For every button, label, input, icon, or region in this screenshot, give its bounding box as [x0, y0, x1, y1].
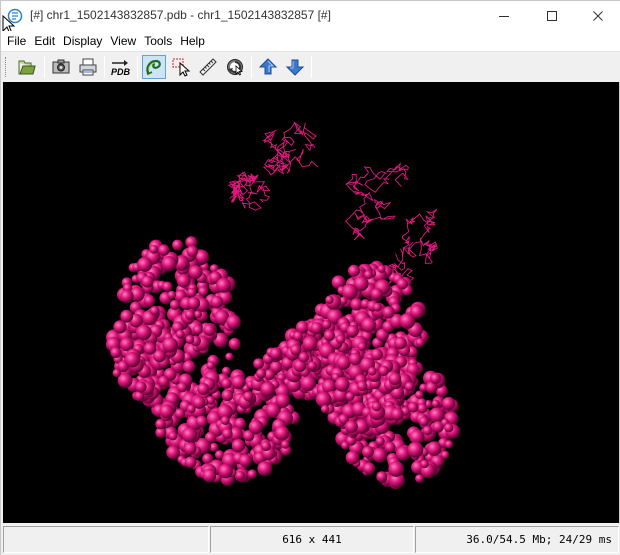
window-title: [#] chr1_1502143832857.pdb - chr1_150214… — [30, 8, 331, 22]
menu-bar: File Edit Display View Tools Help — [1, 31, 620, 51]
molecule-viewport[interactable] — [3, 82, 619, 523]
status-message — [3, 526, 209, 553]
toolbar-separator — [137, 56, 138, 78]
open-file-icon — [18, 60, 36, 75]
screenshot-button[interactable] — [49, 55, 73, 79]
menu-help[interactable]: Help — [176, 31, 209, 51]
select-pointer-icon — [172, 58, 191, 77]
previous-frame-button[interactable] — [256, 55, 280, 79]
status-bar: 616 x 441 36.0/54.5 Mb; 24/29 ms — [1, 523, 620, 555]
status-performance: 36.0/54.5 Mb; 24/29 ms — [415, 526, 619, 553]
open-file-button[interactable] — [15, 55, 39, 79]
spin-icon — [227, 59, 244, 76]
toolbar-separator — [104, 56, 105, 78]
status-memory: 36.0/54.5 Mb; — [466, 533, 553, 546]
export-pdb-button[interactable]: PDB — [109, 55, 133, 79]
protein-surface — [105, 236, 461, 490]
rotate-tool-button[interactable] — [142, 55, 166, 79]
toolbar-separator — [44, 56, 45, 78]
arrow-down-icon — [285, 59, 305, 76]
maximize-button[interactable] — [529, 1, 575, 31]
title-bar[interactable]: [#] chr1_1502143832857.pdb - chr1_150214… — [1, 1, 620, 35]
menu-file[interactable]: File — [3, 31, 30, 51]
toolbar: PDB — [1, 51, 620, 82]
rotate-icon — [146, 59, 161, 76]
maximize-icon — [547, 11, 557, 21]
next-frame-button[interactable] — [283, 55, 307, 79]
measure-ruler-icon — [199, 58, 217, 76]
spin-button[interactable] — [223, 55, 247, 79]
menu-edit[interactable]: Edit — [30, 31, 59, 51]
print-button[interactable] — [76, 55, 100, 79]
close-button[interactable] — [575, 1, 620, 31]
menu-view[interactable]: View — [106, 31, 140, 51]
select-tool-button[interactable] — [169, 55, 193, 79]
menu-tools[interactable]: Tools — [140, 31, 176, 51]
minimize-icon — [499, 16, 509, 17]
toolbar-separator — [251, 56, 252, 78]
measure-tool-button[interactable] — [196, 55, 220, 79]
toolbar-separator — [311, 56, 312, 78]
menu-display[interactable]: Display — [59, 31, 106, 51]
status-timing: 24/29 ms — [559, 533, 612, 546]
arrow-up-icon — [258, 58, 278, 75]
close-icon — [593, 11, 603, 21]
print-icon — [79, 58, 97, 76]
application-window: [#] chr1_1502143832857.pdb - chr1_150214… — [0, 0, 620, 555]
pdb-label: PDB — [111, 67, 131, 77]
molecule-canvas[interactable] — [3, 82, 619, 523]
export-pdb-icon: PDB — [111, 60, 131, 77]
camera-icon — [52, 59, 70, 74]
wireframe-chain — [227, 121, 438, 286]
status-dimensions: 616 x 441 — [210, 526, 414, 553]
minimize-button[interactable] — [481, 1, 527, 31]
toolbar-grip[interactable] — [5, 57, 8, 77]
